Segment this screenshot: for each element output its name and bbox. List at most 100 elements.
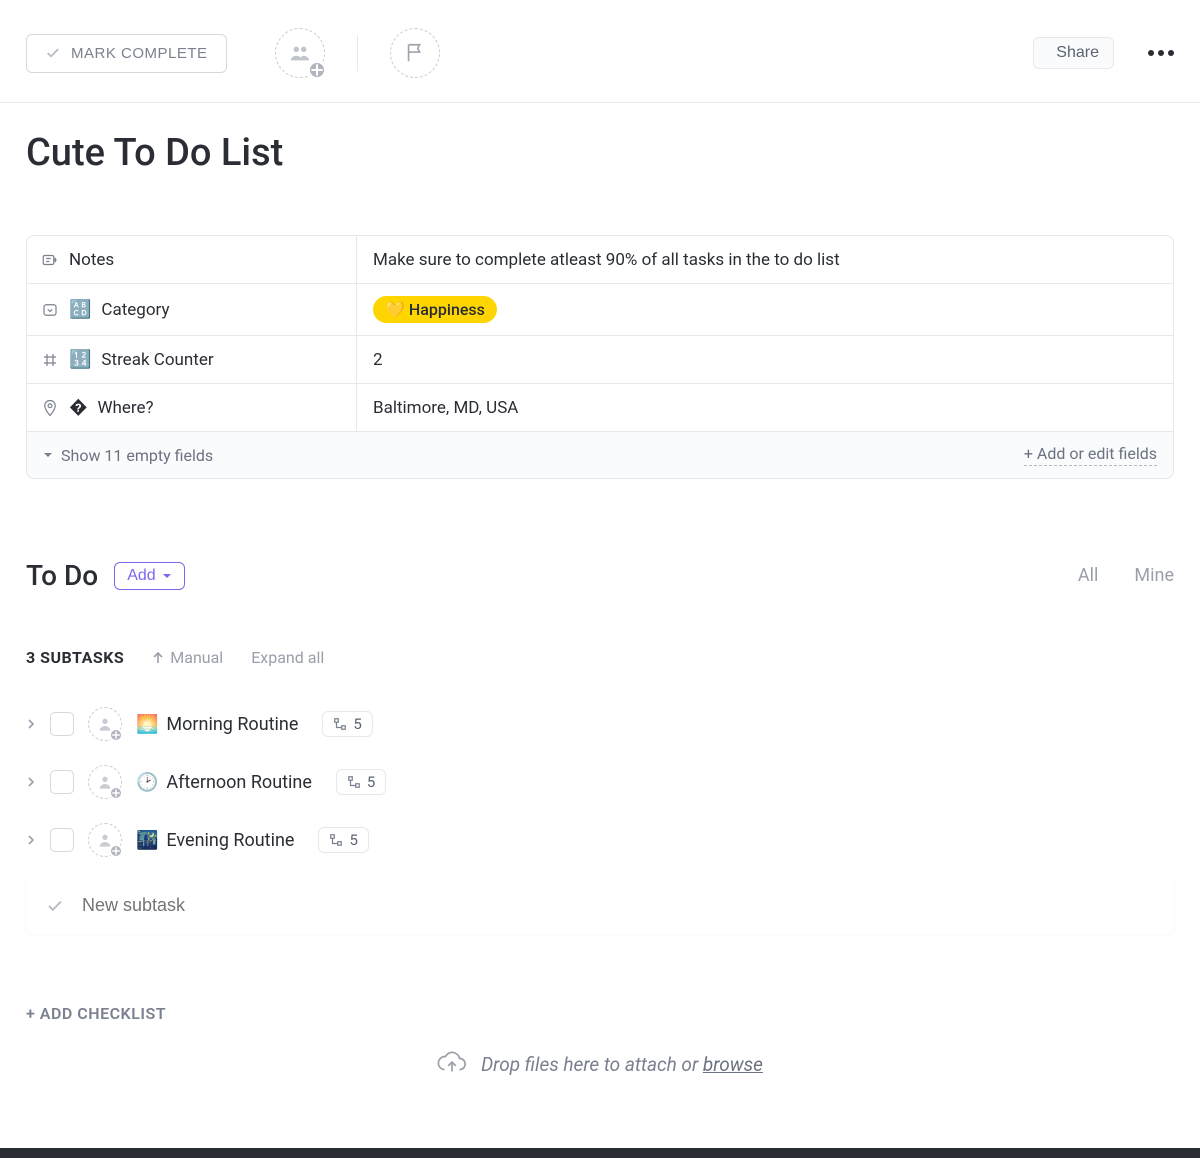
subtask-name[interactable]: 🌅 Morning Routine (136, 714, 298, 735)
mark-complete-label: MARK COMPLETE (71, 45, 208, 62)
todo-title: To Do (26, 559, 98, 592)
toolbar: MARK COMPLETE Share (0, 0, 1200, 103)
assignee-button[interactable] (88, 823, 122, 857)
field-value-notes[interactable]: Make sure to complete atleast 90% of all… (357, 236, 1173, 283)
subtask-title: Morning Routine (166, 714, 298, 735)
subtask-count-badge[interactable]: 5 (322, 711, 372, 737)
add-checklist-button[interactable]: + ADD CHECKLIST (26, 1004, 1174, 1023)
subtask-item: 🌅 Morning Routine 5 (26, 695, 1174, 753)
field-value-category[interactable]: 💛 Happiness (357, 284, 1173, 335)
filter-all[interactable]: All (1078, 565, 1099, 586)
field-emoji: 🔢 (69, 349, 91, 370)
subtask-name[interactable]: 🕑 Afternoon Routine (136, 772, 312, 793)
subtask-item: 🕑 Afternoon Routine 5 (26, 753, 1174, 811)
new-subtask-row[interactable] (26, 877, 1174, 934)
assign-people-button[interactable] (275, 28, 325, 78)
location-field-icon (41, 399, 59, 417)
field-row-where: � Where? Baltimore, MD, USA (27, 384, 1173, 432)
sort-button[interactable]: Manual (152, 648, 223, 667)
page-title[interactable]: Cute To Do List (26, 131, 1174, 175)
chevron-right-icon[interactable] (26, 719, 36, 729)
subtask-name[interactable]: 🌃 Evening Routine (136, 830, 294, 851)
field-row-notes: Notes Make sure to complete atleast 90% … (27, 236, 1173, 284)
subtask-tree-icon (329, 833, 343, 847)
flag-button[interactable] (390, 28, 440, 78)
dropzone-text: Drop files here to attach or (481, 1053, 703, 1076)
filter-mine[interactable]: Mine (1134, 565, 1174, 586)
chevron-right-icon[interactable] (26, 835, 36, 845)
assignee-button[interactable] (88, 765, 122, 799)
subtask-item: 🌃 Evening Routine 5 (26, 811, 1174, 869)
people-icon (289, 42, 311, 64)
show-empty-fields-label: Show 11 empty fields (61, 446, 213, 465)
attachment-dropzone[interactable]: Drop files here to attach or browse (26, 1051, 1174, 1097)
subtask-bar: 3 SUBTASKS Manual Expand all (26, 648, 1174, 667)
fields-box: Notes Make sure to complete atleast 90% … (26, 235, 1174, 479)
caret-down-icon (43, 450, 53, 460)
subtask-checkbox[interactable] (50, 770, 74, 794)
dropdown-field-icon (41, 301, 59, 319)
count-text: 5 (367, 773, 375, 791)
field-label-text: Streak Counter (101, 350, 213, 370)
field-label-streak: 🔢 Streak Counter (27, 336, 357, 383)
subtask-tree-icon (333, 717, 347, 731)
add-subtask-button[interactable]: Add (114, 562, 184, 590)
field-value-streak[interactable]: 2 (357, 336, 1173, 383)
category-tag[interactable]: 💛 Happiness (373, 296, 497, 323)
subtask-emoji: 🌅 (136, 714, 158, 735)
field-label-category: 🔠 Category (27, 284, 357, 335)
field-row-streak: 🔢 Streak Counter 2 (27, 336, 1173, 384)
arrow-up-icon (152, 652, 164, 664)
show-empty-fields-button[interactable]: Show 11 empty fields (43, 446, 213, 465)
field-label-notes: Notes (27, 236, 357, 283)
divider (357, 35, 358, 71)
plus-badge-icon (109, 844, 123, 858)
field-label-where: � Where? (27, 384, 357, 431)
plus-badge-icon (308, 61, 326, 79)
share-button[interactable]: Share (1033, 37, 1114, 69)
add-edit-fields-button[interactable]: + Add or edit fields (1024, 444, 1157, 466)
subtask-title: Afternoon Routine (166, 772, 311, 793)
fields-footer: Show 11 empty fields + Add or edit field… (27, 432, 1173, 478)
cloud-upload-icon (437, 1051, 467, 1077)
subtask-tree-icon (347, 775, 361, 789)
subtask-emoji: 🕑 (136, 772, 158, 793)
caret-down-icon (162, 571, 172, 581)
more-button[interactable] (1148, 50, 1174, 56)
plus-badge-icon (109, 728, 123, 742)
share-label: Share (1056, 44, 1099, 62)
field-emoji: � (69, 397, 87, 418)
subtask-title: Evening Routine (166, 830, 294, 851)
todo-header: To Do Add All Mine (26, 559, 1174, 592)
add-label: Add (127, 567, 155, 585)
field-value-where[interactable]: Baltimore, MD, USA (357, 384, 1173, 431)
text-field-icon (41, 251, 59, 269)
mark-complete-button[interactable]: MARK COMPLETE (26, 34, 227, 73)
assignee-button[interactable] (88, 707, 122, 741)
check-icon (46, 897, 64, 915)
field-label-text: Category (101, 300, 169, 320)
expand-all-button[interactable]: Expand all (251, 648, 324, 667)
field-label-text: Where? (97, 398, 153, 418)
number-field-icon (41, 351, 59, 369)
subtask-checkbox[interactable] (50, 828, 74, 852)
flag-icon (404, 42, 426, 64)
count-text: 5 (349, 831, 357, 849)
subtask-count-badge[interactable]: 5 (336, 769, 386, 795)
subtask-count-badge[interactable]: 5 (318, 827, 368, 853)
count-text: 5 (353, 715, 361, 733)
field-label-text: Notes (69, 250, 114, 270)
field-emoji: 🔠 (69, 299, 91, 320)
subtask-checkbox[interactable] (50, 712, 74, 736)
subtask-list: 🌅 Morning Routine 5 🕑 Afternoon Routine … (26, 695, 1174, 934)
content: Cute To Do List Notes Make sure to compl… (0, 103, 1200, 1125)
field-row-category: 🔠 Category 💛 Happiness (27, 284, 1173, 336)
sort-label: Manual (170, 648, 223, 667)
subtask-emoji: 🌃 (136, 830, 158, 851)
browse-link[interactable]: browse (703, 1053, 763, 1076)
chevron-right-icon[interactable] (26, 777, 36, 787)
subtask-count: 3 SUBTASKS (26, 648, 124, 667)
new-subtask-input[interactable] (82, 895, 1154, 916)
check-icon (45, 45, 61, 61)
bottom-bar (0, 1148, 1200, 1158)
